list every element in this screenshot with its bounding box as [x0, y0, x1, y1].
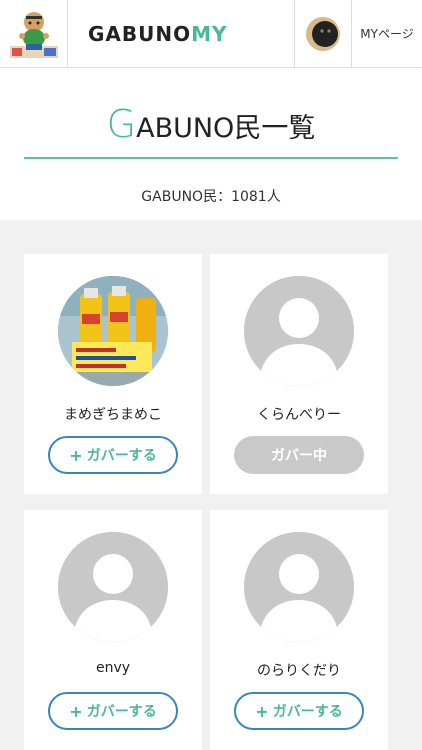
gaber-button[interactable]: + ガバーする	[48, 436, 178, 474]
default-user-icon[interactable]	[58, 532, 168, 642]
title-divider	[24, 157, 398, 159]
page-title-rest: ABUNO民一覧	[136, 113, 316, 144]
default-user-silhouette-icon	[244, 276, 354, 386]
default-user-silhouette-icon	[244, 532, 354, 642]
brand-text-accent: MY	[191, 21, 228, 46]
header: GABUNO MY MYページ	[0, 0, 422, 68]
title-section: GABUNO民一覧 GABUNO民：1081人	[0, 68, 422, 220]
brand-text-main: GABUNO	[88, 21, 192, 46]
default-user-silhouette-icon	[58, 532, 168, 642]
user-avatar[interactable]	[294, 0, 352, 67]
gaber-button[interactable]: + ガバーする	[48, 692, 178, 730]
gaber-following-button[interactable]: ガバー中	[234, 436, 364, 474]
user-name[interactable]: envy	[24, 660, 202, 676]
gaber-button-label: ガバーする	[272, 704, 343, 720]
user-card: のらりくだり + ガバーする	[210, 510, 388, 750]
photo-avatar[interactable]	[58, 276, 168, 386]
default-user-icon[interactable]	[244, 532, 354, 642]
user-name[interactable]: まめぎちまめこ	[24, 404, 202, 424]
default-user-icon[interactable]	[244, 276, 354, 386]
gaber-button[interactable]: + ガバーする	[234, 692, 364, 730]
mascot-icon	[9, 11, 58, 58]
plus-icon: +	[69, 445, 83, 465]
gaber-button-label: ガバーする	[86, 704, 157, 720]
page-title: GABUNO民一覧	[0, 102, 422, 146]
user-card: envy + ガバーする	[24, 510, 202, 750]
photo-avatar-icon	[58, 276, 168, 386]
brand-logo[interactable]: GABUNO MY	[68, 0, 294, 67]
mypage-link[interactable]: MYページ	[352, 0, 422, 67]
gaber-button-label: ガバー中	[271, 448, 327, 464]
gaber-button-label: ガバーする	[86, 448, 157, 464]
member-count: GABUNO民：1081人	[141, 189, 281, 205]
user-card: くらんべりー ガバー中	[210, 254, 388, 494]
plus-icon: +	[69, 701, 83, 721]
user-card: まめぎちまめこ + ガバーする	[24, 254, 202, 494]
user-name[interactable]: くらんべりー	[210, 404, 388, 424]
user-name[interactable]: のらりくだり	[210, 660, 388, 680]
avatar-icon	[306, 16, 340, 51]
plus-icon: +	[255, 701, 269, 721]
page-title-initial: G	[106, 102, 137, 146]
mascot-logo[interactable]	[0, 0, 68, 67]
